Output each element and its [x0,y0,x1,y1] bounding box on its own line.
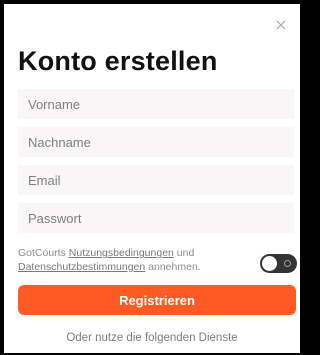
terms-middle: und [173,247,195,259]
alternative-services-text: Oder nutze die folgenden Dienste [66,332,238,344]
first-name-field[interactable] [18,89,294,119]
terms-toggle[interactable] [260,254,297,273]
signup-modal: Konto erstellen GotCourts Nutzungsbeding… [4,4,300,353]
email-field[interactable] [18,165,294,195]
terms-of-use-link[interactable]: Nutzungsbedingungen [69,247,174,259]
terms-consent-text: GotCourts Nutzungsbedingungen und Datens… [18,246,236,274]
last-name-field[interactable] [18,127,294,157]
password-field[interactable] [18,203,294,233]
close-icon-glyph [276,20,286,30]
terms-suffix: annehmen. [145,261,201,273]
page-title: Konto erstellen [18,46,218,76]
toggle-off-icon [284,260,291,267]
terms-prefix: GotCourts [18,247,69,259]
toggle-knob [262,256,277,271]
close-icon[interactable] [274,18,288,32]
privacy-policy-link[interactable]: Datenschutzbestimmungen [18,261,145,273]
register-button[interactable]: Registrieren [18,285,296,315]
